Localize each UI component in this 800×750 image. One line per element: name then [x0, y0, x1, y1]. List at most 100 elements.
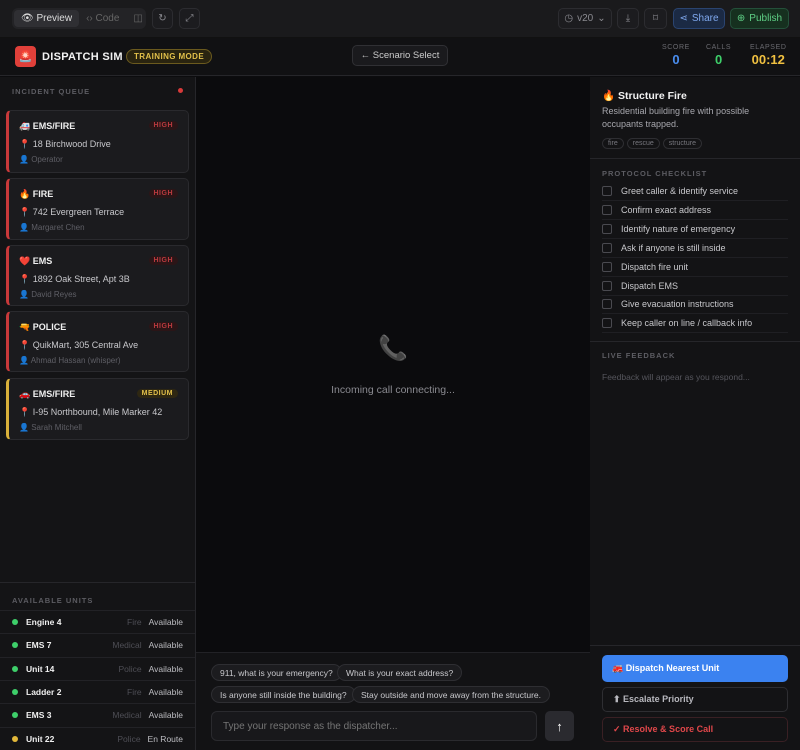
checkbox[interactable]: [602, 318, 612, 328]
send-button[interactable]: ↑: [545, 711, 574, 741]
incident-caller: 👤 David Reyes: [19, 290, 77, 299]
dispatch-nearest-unit-button[interactable]: 🚒 Dispatch Nearest Unit: [602, 655, 788, 682]
resolve-score-call-button[interactable]: ✓ Resolve & Score Call: [602, 717, 788, 742]
quick-reply[interactable]: Stay outside and move away from the stru…: [352, 686, 550, 703]
unit-row[interactable]: Unit 22PoliceEn Route: [0, 727, 195, 750]
incident-card[interactable]: 🚗 EMS/FIRE MEDIUM 📍 I-95 Northbound, Mil…: [6, 378, 189, 440]
siren-logo-icon: 🚨: [15, 46, 36, 67]
split-view-icon[interactable]: ◫: [126, 10, 149, 27]
incident-card[interactable]: 🔥 FIRE HIGH 📍 742 Evergreen Terrace 👤 Ma…: [6, 178, 189, 240]
escalate-priority-button[interactable]: ⬆ Escalate Priority: [602, 687, 788, 712]
chevron-down-icon: ⌄: [597, 13, 605, 24]
checkbox[interactable]: [602, 299, 612, 309]
code-label: Code: [96, 13, 120, 24]
caller-label: Ahmad Hassan (whisper): [31, 356, 121, 365]
quick-reply[interactable]: What is your exact address?: [337, 664, 462, 681]
checklist-label: Dispatch fire unit: [621, 262, 688, 272]
training-mode-badge: TRAINING MODE: [126, 49, 212, 64]
incident-caller: 👤 Ahmad Hassan (whisper): [19, 356, 121, 365]
scenario-select-button[interactable]: ← Scenario Select: [352, 45, 448, 66]
download-icon[interactable]: ⤓: [617, 8, 639, 29]
checklist-label: Ask if anyone is still inside: [621, 243, 726, 253]
version-dropdown[interactable]: ◷ v20 ⌄: [558, 8, 612, 29]
score-label: SCORE: [662, 44, 690, 51]
map-pin-icon: 📍: [19, 139, 30, 149]
checkbox[interactable]: [602, 281, 612, 291]
checkbox[interactable]: [602, 224, 612, 234]
globe-icon: ⊕: [737, 13, 745, 24]
unit-type: Fire: [127, 617, 142, 627]
incident-type-label: POLICE: [33, 322, 67, 332]
checklist-item[interactable]: Give evacuation instructions: [602, 295, 788, 314]
unit-row[interactable]: Engine 4FireAvailable: [0, 610, 195, 633]
checklist-item[interactable]: Ask if anyone is still inside: [602, 239, 788, 258]
incident-type-icon: 🔥: [19, 189, 30, 199]
publish-button[interactable]: ⊕ Publish: [730, 8, 789, 29]
score-value: 0: [662, 52, 690, 67]
unit-type: Police: [117, 734, 140, 744]
unit-row[interactable]: EMS 3MedicalAvailable: [0, 703, 195, 726]
user-icon: 👤: [19, 155, 29, 164]
dispatcher-response-input[interactable]: [211, 711, 537, 741]
checklist-item[interactable]: Greet caller & identify service: [602, 182, 788, 201]
unit-status-dot: [12, 689, 18, 695]
incident-type-icon: 🚑: [19, 121, 30, 131]
unit-status: En Route: [148, 734, 183, 744]
unit-type: Medical: [112, 640, 141, 650]
scenario-tags: firerescuestructure: [602, 136, 705, 149]
address-label: 18 Birchwood Drive: [33, 139, 111, 149]
incident-card[interactable]: 🔫 POLICE HIGH 📍 QuikMart, 305 Central Av…: [6, 311, 189, 372]
incident-caller: 👤 Operator: [19, 155, 63, 164]
quick-reply[interactable]: 911, what is your emergency?: [211, 664, 342, 681]
view-toggle: 👁 Preview ‹› Code ◫: [12, 8, 146, 29]
incident-caller: 👤 Sarah Mitchell: [19, 423, 82, 432]
incident-caller: 👤 Margaret Chen: [19, 223, 85, 232]
publish-label: Publish: [749, 13, 782, 24]
incident-card[interactable]: ❤️ EMS HIGH 📍 1892 Oak Street, Apt 3B 👤 …: [6, 245, 189, 306]
checklist-label: Dispatch EMS: [621, 281, 678, 291]
preview-tab[interactable]: 👁 Preview: [14, 10, 79, 27]
share-button[interactable]: ⋖Share: [673, 8, 725, 29]
feedback-title: LIVE FEEDBACK: [602, 351, 675, 360]
checklist-item[interactable]: Confirm exact address: [602, 201, 788, 220]
elapsed-value: 00:12: [750, 52, 787, 67]
priority-badge: HIGH: [149, 322, 179, 331]
quick-reply[interactable]: Is anyone still inside the building?: [211, 686, 356, 703]
unit-name: Ladder 2: [26, 687, 127, 697]
user-icon: 👤: [19, 290, 29, 299]
checklist-item[interactable]: Dispatch EMS: [602, 277, 788, 296]
checklist-item[interactable]: Identify nature of emergency: [602, 220, 788, 239]
refresh-icon[interactable]: ↻: [152, 8, 173, 29]
unit-name: Unit 14: [26, 664, 119, 674]
history-icon: ◷: [564, 13, 573, 24]
caller-label: Operator: [31, 155, 63, 164]
incident-address: 📍 QuikMart, 305 Central Ave: [19, 340, 138, 351]
checkbox[interactable]: [602, 205, 612, 215]
unit-row[interactable]: EMS 7MedicalAvailable: [0, 633, 195, 656]
unit-status-dot: [12, 642, 18, 648]
incident-sidebar: INCIDENT QUEUE 🚑 EMS/FIRE HIGH 📍 18 Birc…: [0, 77, 196, 750]
checklist-item[interactable]: Keep caller on line / callback info: [602, 314, 788, 333]
version-label: v20: [577, 13, 593, 24]
incident-card[interactable]: 🚑 EMS/FIRE HIGH 📍 18 Birchwood Drive 👤 O…: [6, 110, 189, 173]
scenario-panel: 🔥 Structure Fire Residential building fi…: [590, 77, 800, 750]
priority-badge: HIGH: [149, 256, 179, 265]
checklist-item[interactable]: Dispatch fire unit: [602, 258, 788, 277]
unit-row[interactable]: Ladder 2FireAvailable: [0, 680, 195, 703]
bookmark-icon[interactable]: ⌑: [644, 8, 667, 29]
scenario-title: 🔥 Structure Fire: [602, 89, 687, 102]
app-header: 🚨 DISPATCH SIM TRAINING MODE ← Scenario …: [0, 38, 800, 76]
checkbox[interactable]: [602, 243, 612, 253]
code-tab[interactable]: ‹› Code: [79, 10, 126, 27]
response-area: 911, what is your emergency? What is you…: [196, 652, 590, 750]
checklist-label: Keep caller on line / callback info: [621, 318, 752, 328]
unit-row[interactable]: Unit 14PoliceAvailable: [0, 657, 195, 680]
checkbox[interactable]: [602, 262, 612, 272]
checkbox[interactable]: [602, 186, 612, 196]
unit-status: Available: [149, 640, 183, 650]
unit-name: Engine 4: [26, 617, 127, 627]
map-pin-icon: 📍: [19, 207, 30, 217]
address-label: 1892 Oak Street, Apt 3B: [33, 274, 130, 284]
arrow-up-icon: ↑: [556, 719, 563, 734]
expand-icon[interactable]: ⤢: [179, 8, 200, 29]
